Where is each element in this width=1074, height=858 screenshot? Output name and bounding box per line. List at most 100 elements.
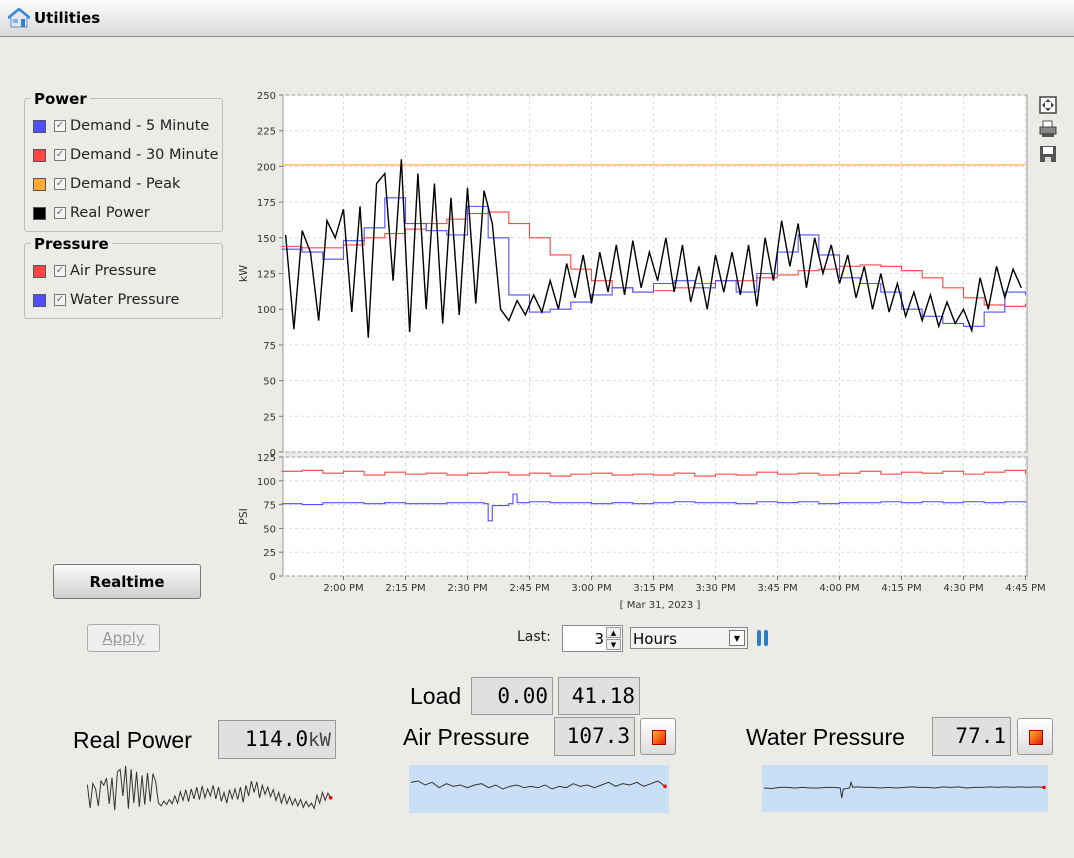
color-swatch xyxy=(33,119,46,133)
y-tick-label: 100 xyxy=(257,305,276,316)
color-swatch xyxy=(33,293,46,307)
legend-label: Water Pressure xyxy=(70,292,180,308)
x-tick-label: 2:00 PM xyxy=(323,583,363,594)
zoom-fit-icon[interactable] xyxy=(1039,96,1057,114)
x-tick-label: 4:30 PM xyxy=(943,583,983,594)
y-axis-label: kW xyxy=(237,265,250,282)
y-tick-label: 250 xyxy=(257,91,276,102)
pressure-legend: Pressure ✓ Air Pressure ✓ Water Pressure xyxy=(24,235,223,319)
power-legend-title: Power xyxy=(31,90,90,108)
legend-item[interactable]: ✓ Demand - 30 Minute xyxy=(33,146,219,164)
checkbox[interactable]: ✓ xyxy=(54,178,66,190)
color-swatch xyxy=(33,206,46,220)
water-pressure-sparkline xyxy=(762,765,1048,812)
color-swatch xyxy=(33,177,46,191)
real-power-readout: 114.0kW xyxy=(218,720,336,759)
checkbox[interactable]: ✓ xyxy=(54,207,66,219)
utilities-chart[interactable]: 0255075100125150175200225250kW0255075100… xyxy=(230,85,1074,615)
color-swatch xyxy=(33,148,46,162)
checkbox[interactable]: ✓ xyxy=(54,120,66,132)
legend-label: Demand - Peak xyxy=(70,176,181,192)
sparkline-endpoint xyxy=(328,795,333,800)
spinner-up-icon[interactable]: ▲ xyxy=(606,627,621,638)
air-pressure-value: 107.3 xyxy=(554,717,635,756)
x-tick-label: 2:30 PM xyxy=(447,583,487,594)
x-tick-label: 4:00 PM xyxy=(819,583,859,594)
real-power-value: 114.0 xyxy=(244,727,309,751)
load-label: Load xyxy=(410,683,462,709)
spinner-down-icon[interactable]: ▼ xyxy=(606,639,621,650)
checkbox[interactable]: ✓ xyxy=(54,294,66,306)
home-icon xyxy=(8,8,30,28)
water-alarm-button[interactable] xyxy=(1017,718,1053,755)
legend-item[interactable]: ✓ Water Pressure xyxy=(33,291,179,309)
legend-item[interactable]: ✓ Real Power xyxy=(33,204,150,222)
unit-dropdown[interactable]: Hours ▼ xyxy=(630,627,748,649)
real-power-unit: kW xyxy=(308,729,331,751)
y-tick-label: 150 xyxy=(257,234,276,245)
y-tick-label: 50 xyxy=(263,377,276,388)
air-pressure-label: Air Pressure xyxy=(403,724,530,750)
sparkline-path xyxy=(763,780,1045,799)
y-tick-label: 200 xyxy=(257,162,276,173)
x-tick-label: 2:15 PM xyxy=(385,583,425,594)
real-power-sparkline xyxy=(86,765,333,811)
y-tick-label: 125 xyxy=(257,453,276,464)
legend-label: Demand - 30 Minute xyxy=(70,147,219,163)
legend-item[interactable]: ✓ Demand - 5 Minute xyxy=(33,117,209,135)
apply-button[interactable]: Apply xyxy=(87,624,160,652)
color-swatch xyxy=(33,264,46,278)
y-tick-label: 225 xyxy=(257,127,276,138)
x-tick-label: 3:30 PM xyxy=(695,583,735,594)
legend-label: Air Pressure xyxy=(70,263,157,279)
y-tick-label: 175 xyxy=(257,198,276,209)
water-pressure-value: 77.1 xyxy=(932,717,1011,756)
x-tick-label: 3:00 PM xyxy=(571,583,611,594)
last-spinner[interactable]: 3 ▲ ▼ xyxy=(562,625,623,652)
x-tick-label: 4:45 PM xyxy=(1005,583,1045,594)
alarm-icon xyxy=(1029,730,1043,745)
load-value-2: 41.18 xyxy=(558,677,640,715)
air-alarm-button[interactable] xyxy=(640,718,676,755)
x-tick-label: 2:45 PM xyxy=(509,583,549,594)
unit-value: Hours xyxy=(633,630,677,648)
water-pressure-label: Water Pressure xyxy=(746,724,905,750)
title-bar: Utilities xyxy=(0,0,1074,37)
y-tick-label: 75 xyxy=(263,501,276,512)
realtime-button[interactable]: Realtime xyxy=(53,564,201,599)
sparkline-endpoint xyxy=(1042,785,1046,790)
y-tick-label: 100 xyxy=(257,477,276,488)
checkbox[interactable]: ✓ xyxy=(54,149,66,161)
y-tick-label: 50 xyxy=(263,524,276,535)
window-title: Utilities xyxy=(34,9,101,27)
sparkline-path xyxy=(86,765,332,811)
y-tick-label: 75 xyxy=(263,341,276,352)
chevron-down-icon: ▼ xyxy=(729,630,745,646)
legend-item[interactable]: ✓ Demand - Peak xyxy=(33,175,180,193)
y-tick-label: 0 xyxy=(270,572,276,583)
x-tick-label: 3:15 PM xyxy=(633,583,673,594)
legend-label: Real Power xyxy=(70,205,150,221)
last-label: Last: xyxy=(517,629,551,645)
last-value: 3 xyxy=(594,630,604,648)
load-value-1: 0.00 xyxy=(471,677,553,715)
air-pressure-sparkline xyxy=(409,765,669,813)
legend-item[interactable]: ✓ Air Pressure xyxy=(33,262,156,280)
checkbox[interactable]: ✓ xyxy=(54,265,66,277)
save-icon[interactable] xyxy=(1039,145,1057,163)
pause-icon[interactable] xyxy=(756,629,770,647)
sparkline-path xyxy=(410,780,666,790)
y-axis-label: PSI xyxy=(237,508,250,525)
sparkline-endpoint xyxy=(663,784,667,789)
x-tick-label: 3:45 PM xyxy=(757,583,797,594)
real-power-label: Real Power xyxy=(73,727,192,753)
x-axis-label: [ Mar 31, 2023 ] xyxy=(620,600,701,611)
alarm-icon xyxy=(652,730,666,745)
y-tick-label: 125 xyxy=(257,270,276,281)
y-tick-label: 25 xyxy=(263,548,276,559)
x-tick-label: 4:15 PM xyxy=(881,583,921,594)
pressure-legend-title: Pressure xyxy=(31,235,112,253)
print-icon[interactable] xyxy=(1039,120,1057,138)
y-tick-label: 25 xyxy=(263,412,276,423)
legend-label: Demand - 5 Minute xyxy=(70,118,210,134)
